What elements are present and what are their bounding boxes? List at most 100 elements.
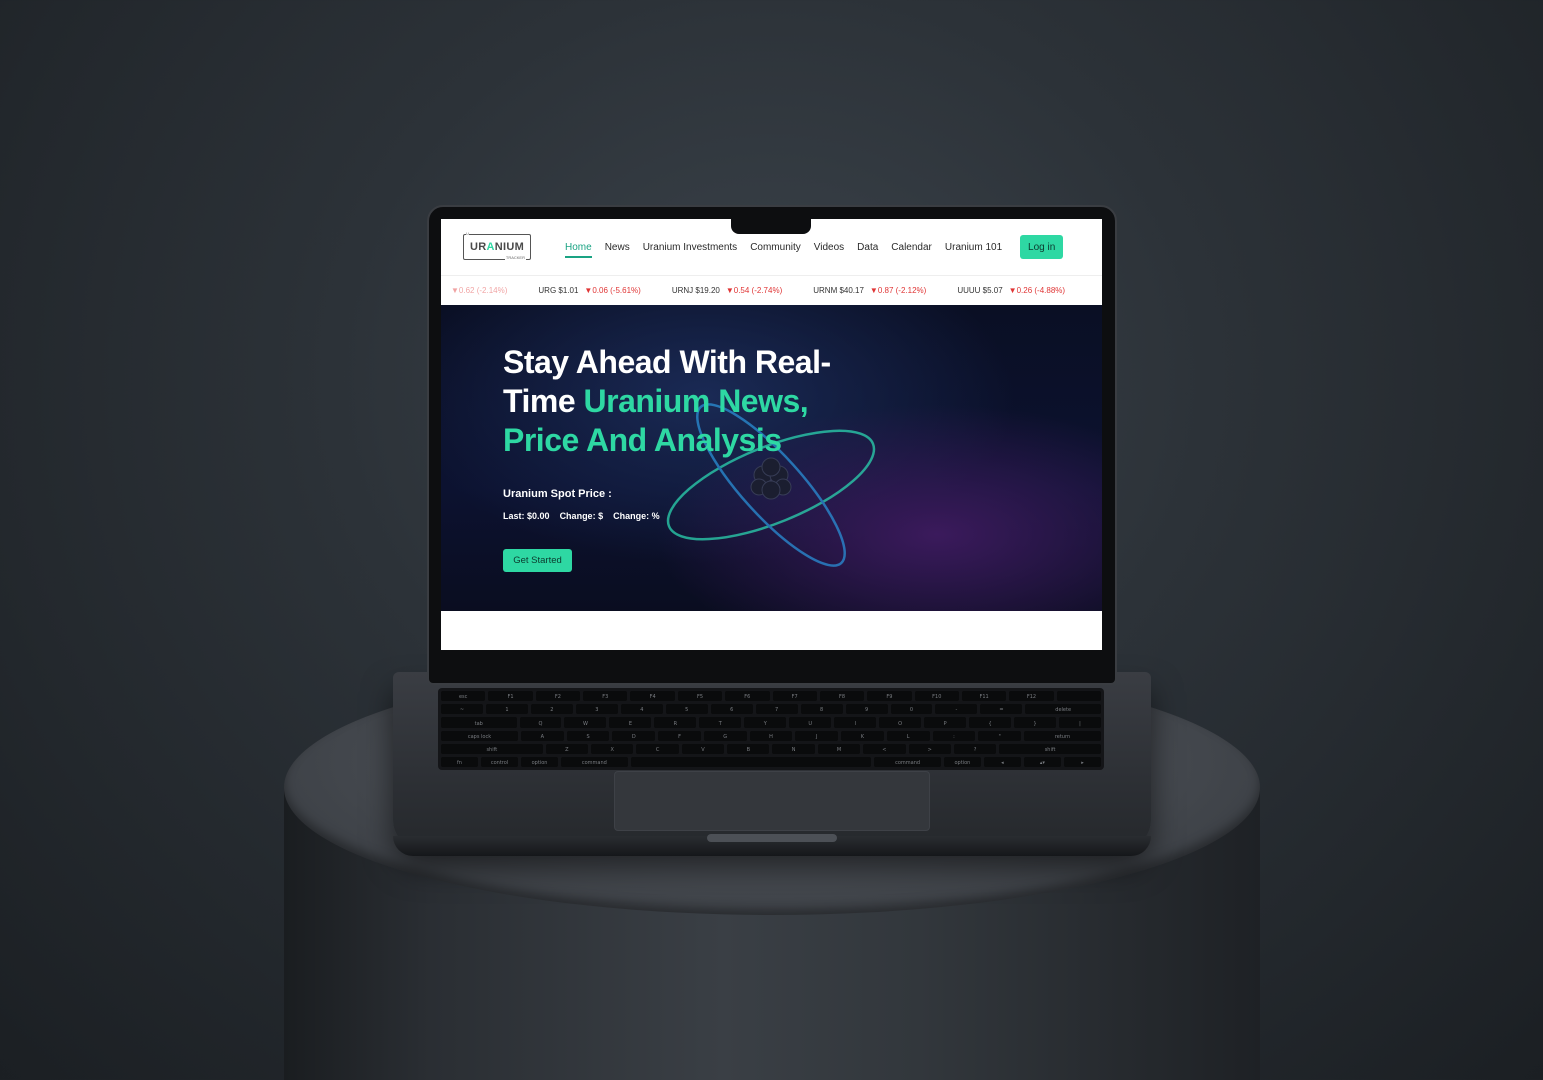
key: H: [749, 730, 793, 741]
ticker-change: ▼0.06 (-5.61%): [584, 286, 641, 295]
key: 3: [575, 704, 618, 715]
camera-notch: [731, 217, 811, 234]
website-screen: U URANIUM TRACKER Home News Uranium Inve…: [441, 219, 1102, 650]
key-arrow-up-down: ▴▾: [1023, 756, 1061, 768]
key: ~: [441, 704, 483, 715]
key-option: option: [943, 756, 981, 768]
key: J: [795, 730, 839, 741]
key-tab: tab: [441, 717, 517, 728]
key: G: [703, 730, 747, 741]
uranium-tracker-logo[interactable]: U URANIUM TRACKER: [463, 231, 531, 260]
hero-section: Stay Ahead With Real- Time Uranium News,…: [441, 305, 1102, 611]
laptop-front-notch: [707, 834, 837, 842]
ticker-change: ▼0.54 (-2.74%): [725, 286, 783, 295]
stock-ticker: ▼0.62 (-2.14%) URG $1.01 ▼0.06 (-5.61%) …: [441, 275, 1102, 305]
page-content-below-hero: [441, 611, 1102, 650]
key: U: [789, 717, 832, 728]
key: K: [841, 730, 884, 741]
ticker-item: ▼0.62 (-2.14%): [445, 286, 507, 295]
key-arrow-right: ▸: [1063, 756, 1101, 768]
key: O: [879, 717, 922, 728]
ticker-item: URG $1.01 ▼0.06 (-5.61%): [538, 286, 640, 295]
key: >: [908, 743, 951, 754]
key: D: [612, 730, 656, 741]
key: B: [727, 743, 770, 754]
change-percent: Change: %: [613, 511, 660, 521]
hero-headline-line3: Price And Analysis: [503, 422, 782, 458]
login-button[interactable]: Log in: [1020, 235, 1064, 259]
ticker-symbol: URG $1.01: [538, 286, 579, 295]
logo-wordmark: URANIUM: [469, 241, 525, 253]
key: F6: [725, 691, 770, 702]
ticker-change: ▼0.26 (-4.88%): [1008, 286, 1066, 295]
key: esc: [441, 691, 486, 702]
nav-item-videos[interactable]: Videos: [814, 242, 844, 253]
key: F12: [1009, 691, 1054, 702]
keyboard: esc F1 F2 F3 F4 F5 F6 F7 F8 F9 F10 F11 F…: [438, 688, 1104, 770]
nav-item-data[interactable]: Data: [857, 242, 878, 253]
key: 4: [620, 704, 663, 715]
key: :: [932, 730, 976, 741]
key: F7: [772, 691, 817, 702]
keyboard-row-home: caps lock A S D F G H J K L : " return: [441, 730, 1101, 741]
last-price: Last: $0.00: [503, 511, 550, 521]
ticker-item: UUUU $5.07 ▼0.26 (-4.88%): [957, 286, 1065, 295]
keyboard-row-function: esc F1 F2 F3 F4 F5 F6 F7 F8 F9 F10 F11 F…: [441, 691, 1102, 702]
spot-price-values: Last: $0.00 Change: $ Change: %: [503, 511, 660, 521]
key: -: [935, 704, 978, 715]
key: R: [654, 717, 697, 728]
key: 5: [665, 704, 708, 715]
key: F5: [677, 691, 723, 702]
key-command: command: [874, 756, 941, 768]
ticker-symbol: URNJ $19.20: [671, 286, 720, 295]
key: F11: [961, 691, 1007, 702]
key: C: [636, 743, 679, 754]
key: X: [591, 743, 634, 754]
key-return: return: [1024, 730, 1101, 741]
key-shift-left: shift: [441, 743, 543, 754]
key: }: [1014, 717, 1056, 728]
keyboard-row-bottom: fn control option command command option…: [441, 756, 1101, 768]
key: 9: [845, 704, 888, 715]
key: I: [834, 717, 877, 728]
key-touchid: [1056, 691, 1102, 702]
key: L: [886, 730, 930, 741]
key: F2: [535, 691, 581, 702]
key: A: [520, 730, 564, 741]
ticker-symbol: URNM $40.17: [813, 286, 864, 295]
key: F10: [914, 691, 959, 702]
key: 2: [530, 704, 573, 715]
nav-item-home[interactable]: Home: [565, 242, 592, 258]
hero-headline: Stay Ahead With Real- Time Uranium News,…: [503, 343, 923, 460]
get-started-button[interactable]: Get Started: [503, 549, 572, 572]
spot-price-label: Uranium Spot Price :: [503, 488, 612, 500]
nav-item-uranium-investments[interactable]: Uranium Investments: [643, 242, 737, 253]
key-arrow-left: ◂: [983, 756, 1021, 768]
keyboard-row-qwerty: tab Q W E R T Y U I O P { } |: [441, 717, 1101, 728]
nav-item-community[interactable]: Community: [750, 242, 801, 253]
key: 0: [890, 704, 933, 715]
nav-item-uranium-101[interactable]: Uranium 101: [945, 242, 1002, 253]
key: {: [969, 717, 1012, 728]
key: F8: [819, 691, 865, 702]
ticker-change: ▼0.62 (-2.14%): [451, 286, 508, 295]
key: Z: [545, 743, 589, 754]
key: 1: [485, 704, 528, 715]
key-control: control: [481, 756, 519, 768]
ticker-symbol: UUUU $5.07: [957, 286, 1003, 295]
key: F1: [488, 691, 533, 702]
key: F3: [583, 691, 628, 702]
key: F: [658, 730, 701, 741]
key: S: [566, 730, 610, 741]
change-dollar: Change: $: [559, 511, 604, 521]
nav-links: Home News Uranium Investments Community …: [565, 242, 1002, 258]
key: ?: [953, 743, 997, 754]
nav-item-news[interactable]: News: [605, 242, 630, 253]
key: Y: [744, 717, 787, 728]
key: Q: [519, 717, 562, 728]
keyboard-row-shift: shift Z X C V B N M < > ? shift: [441, 743, 1101, 754]
key: |: [1058, 717, 1101, 728]
nav-item-calendar[interactable]: Calendar: [891, 242, 932, 253]
key: =: [980, 704, 1023, 715]
key: ": [978, 730, 1022, 741]
